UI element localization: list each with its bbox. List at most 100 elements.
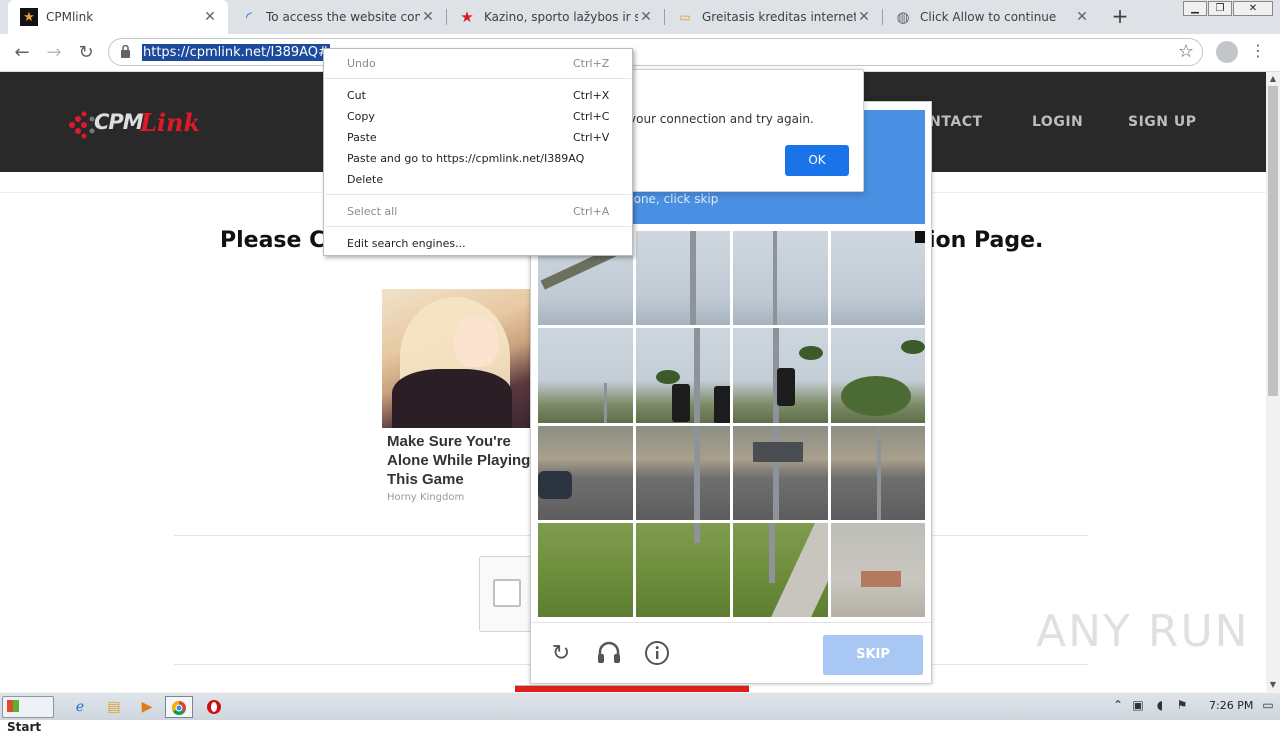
skip-button[interactable]: SKIP <box>823 635 923 675</box>
menu-item-label: Cut <box>347 89 366 102</box>
reload-button[interactable]: ↻ <box>73 40 99 66</box>
ad-title[interactable]: Make Sure You're Alone While Playing Thi… <box>382 432 532 489</box>
ie-icon[interactable]: ℯ <box>66 696 94 718</box>
tab-click-allow[interactable]: ◍ Click Allow to continue ✕ <box>882 0 1100 34</box>
watermark: ANY RUN <box>1036 606 1250 657</box>
show-desktop-icon[interactable]: ▭ <box>1260 698 1276 714</box>
menu-item-paste[interactable]: Paste Ctrl+V <box>324 127 632 148</box>
red-star-icon: ★ <box>460 8 474 26</box>
menu-item-label: Undo <box>347 57 376 70</box>
menu-item-select-all[interactable]: Select all Ctrl+A <box>324 201 632 222</box>
tab-cpmlink[interactable]: ★ CPMlink ✕ <box>8 0 228 34</box>
captcha-tile[interactable] <box>733 328 828 423</box>
captcha-tile[interactable] <box>538 522 633 617</box>
minimize-button[interactable]: ▁ <box>1183 1 1207 16</box>
captcha-tile[interactable] <box>635 425 730 520</box>
captcha-tile[interactable] <box>635 231 730 326</box>
tab-strip: ★ CPMlink ✕ ◜ To access the website cont… <box>0 0 1280 34</box>
captcha-tile[interactable] <box>830 231 925 326</box>
recaptcha-checkbox[interactable] <box>493 579 521 607</box>
menu-separator <box>325 78 631 79</box>
captcha-tile[interactable] <box>830 425 925 520</box>
close-icon[interactable]: ✕ <box>420 9 436 25</box>
captcha-tile[interactable] <box>538 328 633 423</box>
menu-item-delete[interactable]: Delete <box>324 169 632 190</box>
chrome-icon[interactable] <box>165 696 193 718</box>
menu-item-label: Edit search engines... <box>347 237 466 250</box>
close-window-button[interactable]: ✕ <box>1233 1 1273 16</box>
url-text[interactable]: https://cpmlink.net/I389AQ# <box>142 44 330 61</box>
menu-item-shortcut: Ctrl+Z <box>573 57 610 70</box>
menu-item-paste-and-go[interactable]: Paste and go to https://cpmlink.net/I389… <box>324 148 632 169</box>
start-button[interactable]: Start <box>2 696 54 734</box>
captcha-tile[interactable] <box>733 522 828 617</box>
clock[interactable]: 7:26 PM <box>1209 699 1253 712</box>
captcha-tile[interactable] <box>830 522 925 617</box>
lock-icon <box>121 45 130 58</box>
captcha-tile[interactable] <box>733 425 828 520</box>
system-tray: ⌃ ▣ ◖ ⚑ 7:26 PM ▭ <box>1104 696 1280 718</box>
close-icon[interactable]: ✕ <box>856 9 872 25</box>
new-tab-button[interactable]: + <box>1109 5 1131 27</box>
info-icon[interactable] <box>643 640 671 668</box>
globe-icon: ◍ <box>896 8 910 26</box>
menu-item-shortcut: Ctrl+X <box>573 89 610 102</box>
nav-login[interactable]: LOGIN <box>1032 114 1083 130</box>
opera-icon[interactable] <box>200 696 228 718</box>
captcha-tile[interactable] <box>635 522 730 617</box>
windows-flag-icon <box>7 700 19 712</box>
browser-menu-icon[interactable]: ⋮ <box>1250 41 1266 60</box>
scroll-down-icon[interactable]: ▼ <box>1266 678 1280 692</box>
audio-challenge-icon[interactable] <box>595 640 623 668</box>
close-icon[interactable]: ✕ <box>202 9 218 25</box>
flag-icon[interactable]: ⚑ <box>1174 698 1190 714</box>
close-icon[interactable]: ✕ <box>1074 9 1090 25</box>
tab-title: To access the website content, pl <box>266 10 420 24</box>
tray-expand-icon[interactable]: ⌃ <box>1110 698 1126 714</box>
menu-item-undo[interactable]: Undo Ctrl+Z <box>324 53 632 74</box>
nav-signup[interactable]: SIGN UP <box>1128 114 1197 130</box>
captcha-tile[interactable] <box>733 231 828 326</box>
folder-icon[interactable]: ▤ <box>100 696 128 718</box>
headline-right: ion Page. <box>928 228 1044 253</box>
media-player-icon[interactable]: ▶ <box>133 696 161 718</box>
alert-message: your connection and try again. <box>629 112 814 126</box>
back-button[interactable]: ← <box>9 40 35 66</box>
restore-button[interactable]: ❐ <box>1208 1 1232 16</box>
captcha-tile[interactable] <box>635 328 730 423</box>
scroll-thumb[interactable] <box>1268 86 1278 396</box>
ad-source: Horny Kingdom <box>387 492 465 503</box>
windows-taskbar: Start ℯ ▤ ▶ ⌃ ▣ ◖ ⚑ 7:26 PM ▭ <box>0 692 1280 734</box>
captcha-tile[interactable] <box>538 425 633 520</box>
reload-challenge-icon[interactable]: ↻ <box>547 640 575 668</box>
close-icon[interactable]: ✕ <box>638 9 654 25</box>
context-menu: Undo Ctrl+Z Cut Ctrl+X Copy Ctrl+C Paste… <box>323 48 633 256</box>
menu-item-shortcut: Ctrl+C <box>573 110 610 123</box>
red-banner[interactable] <box>515 685 749 692</box>
page-scrollbar[interactable]: ▲ ▼ <box>1266 72 1280 692</box>
start-label: Start <box>7 720 42 734</box>
tab-access-content[interactable]: ◜ To access the website content, pl ✕ <box>228 0 446 34</box>
menu-item-edit-search-engines[interactable]: Edit search engines... <box>324 233 632 254</box>
ok-button[interactable]: OK <box>785 145 849 176</box>
profile-icon[interactable] <box>1216 41 1238 63</box>
tab-kazino[interactable]: ★ Kazino, sporto lažybos ir statymų ✕ <box>446 0 664 34</box>
forward-button[interactable]: → <box>41 40 67 66</box>
page-headline: Please C ion Page. <box>220 228 1043 253</box>
site-logo[interactable]: CPM Link <box>66 104 206 144</box>
menu-item-cut[interactable]: Cut Ctrl+X <box>324 85 632 106</box>
logo-link-text: Link <box>140 108 201 137</box>
address-bar[interactable]: https://cpmlink.net/I389AQ# ☆ <box>108 38 1203 66</box>
menu-item-copy[interactable]: Copy Ctrl+C <box>324 106 632 127</box>
captcha-tile[interactable] <box>830 328 925 423</box>
ad-card[interactable]: Make Sure You're Alone While Playing Thi… <box>382 289 532 509</box>
bookmark-star-icon[interactable]: ☆ <box>1178 41 1194 62</box>
headline-left: Please C <box>220 228 326 253</box>
ad-image[interactable] <box>382 289 530 428</box>
scroll-up-icon[interactable]: ▲ <box>1266 72 1280 86</box>
tab-kreditas[interactable]: ▭ Greitasis kreditas internetu vos p ✕ <box>664 0 882 34</box>
volume-icon[interactable]: ◖ <box>1152 698 1168 714</box>
star-icon: ★ <box>20 8 38 26</box>
logo-cpm-text: CPM <box>94 110 144 134</box>
network-icon[interactable]: ▣ <box>1130 698 1146 714</box>
